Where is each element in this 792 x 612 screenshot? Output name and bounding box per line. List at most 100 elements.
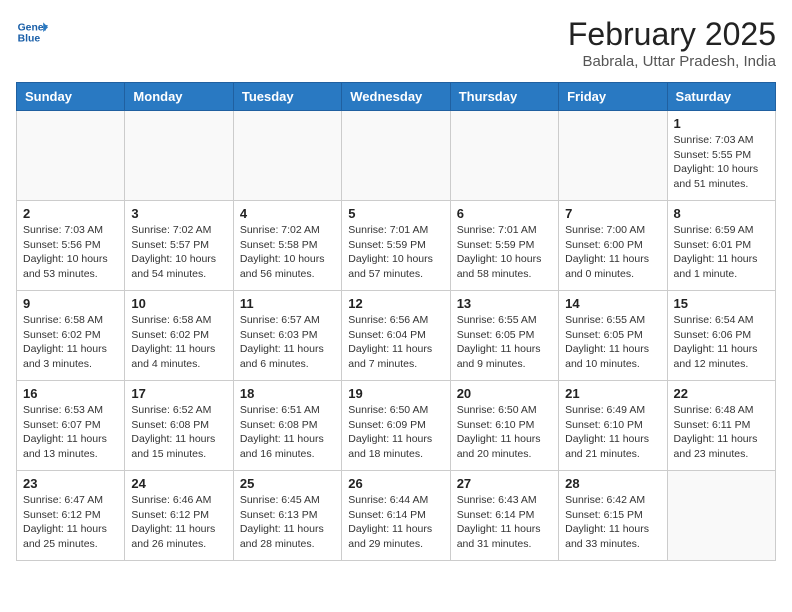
calendar-cell: 15 Sunrise: 6:54 AMSunset: 6:06 PMDayligh…	[667, 291, 775, 381]
calendar-week-1: 1Sunrise: 7:03 AMSunset: 5:55 PMDaylight…	[17, 111, 776, 201]
day-number: 11	[240, 296, 335, 311]
calendar-cell	[125, 111, 233, 201]
calendar-cell: 23 Sunrise: 6:47 AMSunset: 6:12 PMDayligh…	[17, 471, 125, 561]
calendar-cell: 19 Sunrise: 6:50 AMSunset: 6:09 PMDayligh…	[342, 381, 450, 471]
day-number: 2	[23, 206, 118, 221]
day-number: 10	[131, 296, 226, 311]
calendar-week-2: 2 Sunrise: 7:03 AMSunset: 5:56 PMDaylight…	[17, 201, 776, 291]
calendar-cell: 1Sunrise: 7:03 AMSunset: 5:55 PMDaylight…	[667, 111, 775, 201]
calendar-cell: 7Sunrise: 7:00 AMSunset: 6:00 PMDaylight…	[559, 201, 667, 291]
day-info: Sunrise: 7:01 AMSunset: 5:59 PMDaylight:…	[457, 223, 552, 282]
day-number: 27	[457, 476, 552, 491]
calendar-cell: 2 Sunrise: 7:03 AMSunset: 5:56 PMDaylight…	[17, 201, 125, 291]
logo-icon: General Blue	[16, 16, 48, 48]
day-info: Sunrise: 6:55 AMSunset: 6:05 PMDaylight:…	[565, 313, 660, 372]
day-info: Sunrise: 6:51 AMSunset: 6:08 PMDaylight:…	[240, 403, 335, 462]
day-number: 18	[240, 386, 335, 401]
calendar-cell: 12 Sunrise: 6:56 AMSunset: 6:04 PMDayligh…	[342, 291, 450, 381]
day-number: 6	[457, 206, 552, 221]
day-number: 16	[23, 386, 118, 401]
calendar-cell: 6 Sunrise: 7:01 AMSunset: 5:59 PMDaylight…	[450, 201, 558, 291]
day-info: Sunrise: 6:54 AMSunset: 6:06 PMDaylight:…	[674, 313, 769, 372]
logo: General Blue	[16, 16, 48, 48]
weekday-header-friday: Friday	[559, 83, 667, 111]
calendar-cell: 5Sunrise: 7:01 AMSunset: 5:59 PMDaylight…	[342, 201, 450, 291]
day-info: Sunrise: 6:58 AMSunset: 6:02 PMDaylight:…	[131, 313, 226, 372]
day-number: 24	[131, 476, 226, 491]
calendar-cell	[342, 111, 450, 201]
page-header: General Blue February 2025 Babrala, Utta…	[16, 16, 776, 70]
calendar-cell	[559, 111, 667, 201]
day-info: Sunrise: 6:45 AMSunset: 6:13 PMDaylight:…	[240, 493, 335, 552]
svg-text:Blue: Blue	[18, 34, 41, 45]
calendar-cell: 11Sunrise: 6:57 AMSunset: 6:03 PMDayligh…	[233, 291, 341, 381]
day-number: 3	[131, 206, 226, 221]
weekday-header-thursday: Thursday	[450, 83, 558, 111]
weekday-header-tuesday: Tuesday	[233, 83, 341, 111]
calendar-week-3: 9 Sunrise: 6:58 AMSunset: 6:02 PMDaylight…	[17, 291, 776, 381]
calendar-cell: 10 Sunrise: 6:58 AMSunset: 6:02 PMDayligh…	[125, 291, 233, 381]
day-info: Sunrise: 6:46 AMSunset: 6:12 PMDaylight:…	[131, 493, 226, 552]
calendar-cell: 25 Sunrise: 6:45 AMSunset: 6:13 PMDayligh…	[233, 471, 341, 561]
calendar-week-4: 16 Sunrise: 6:53 AMSunset: 6:07 PMDayligh…	[17, 381, 776, 471]
calendar-cell: 24 Sunrise: 6:46 AMSunset: 6:12 PMDayligh…	[125, 471, 233, 561]
calendar-cell: 3 Sunrise: 7:02 AMSunset: 5:57 PMDaylight…	[125, 201, 233, 291]
calendar-cell: 13 Sunrise: 6:55 AMSunset: 6:05 PMDayligh…	[450, 291, 558, 381]
title-block: February 2025 Babrala, Uttar Pradesh, In…	[568, 16, 776, 70]
day-number: 14	[565, 296, 660, 311]
calendar-cell	[667, 471, 775, 561]
day-info: Sunrise: 7:02 AMSunset: 5:57 PMDaylight:…	[131, 223, 226, 282]
calendar-cell: 18 Sunrise: 6:51 AMSunset: 6:08 PMDayligh…	[233, 381, 341, 471]
day-info: Sunrise: 7:01 AMSunset: 5:59 PMDaylight:…	[348, 223, 443, 282]
day-info: Sunrise: 6:59 AMSunset: 6:01 PMDaylight:…	[674, 223, 769, 282]
day-info: Sunrise: 7:03 AMSunset: 5:55 PMDaylight:…	[674, 133, 769, 192]
calendar-cell: 21 Sunrise: 6:49 AMSunset: 6:10 PMDayligh…	[559, 381, 667, 471]
day-number: 20	[457, 386, 552, 401]
calendar-cell: 9Sunrise: 6:58 AMSunset: 6:02 PMDaylight…	[17, 291, 125, 381]
day-info: Sunrise: 6:53 AMSunset: 6:07 PMDaylight:…	[23, 403, 118, 462]
calendar-cell: 4 Sunrise: 7:02 AMSunset: 5:58 PMDaylight…	[233, 201, 341, 291]
day-number: 17	[131, 386, 226, 401]
day-info: Sunrise: 6:56 AMSunset: 6:04 PMDaylight:…	[348, 313, 443, 372]
day-number: 15	[674, 296, 769, 311]
day-info: Sunrise: 6:43 AMSunset: 6:14 PMDaylight:…	[457, 493, 552, 552]
day-number: 9	[23, 296, 118, 311]
day-info: Sunrise: 6:42 AMSunset: 6:15 PMDaylight:…	[565, 493, 660, 552]
weekday-header-wednesday: Wednesday	[342, 83, 450, 111]
day-number: 22	[674, 386, 769, 401]
day-number: 4	[240, 206, 335, 221]
day-number: 7	[565, 206, 660, 221]
calendar-cell: 28 Sunrise: 6:42 AMSunset: 6:15 PMDayligh…	[559, 471, 667, 561]
day-number: 12	[348, 296, 443, 311]
day-info: Sunrise: 6:50 AMSunset: 6:09 PMDaylight:…	[348, 403, 443, 462]
day-info: Sunrise: 6:55 AMSunset: 6:05 PMDaylight:…	[457, 313, 552, 372]
day-info: Sunrise: 6:47 AMSunset: 6:12 PMDaylight:…	[23, 493, 118, 552]
day-info: Sunrise: 6:49 AMSunset: 6:10 PMDaylight:…	[565, 403, 660, 462]
day-number: 19	[348, 386, 443, 401]
day-number: 23	[23, 476, 118, 491]
day-number: 21	[565, 386, 660, 401]
calendar-cell: 26Sunrise: 6:44 AMSunset: 6:14 PMDayligh…	[342, 471, 450, 561]
calendar-cell: 17 Sunrise: 6:52 AMSunset: 6:08 PMDayligh…	[125, 381, 233, 471]
day-number: 13	[457, 296, 552, 311]
day-info: Sunrise: 7:02 AMSunset: 5:58 PMDaylight:…	[240, 223, 335, 282]
calendar-cell: 16 Sunrise: 6:53 AMSunset: 6:07 PMDayligh…	[17, 381, 125, 471]
calendar-cell: 14 Sunrise: 6:55 AMSunset: 6:05 PMDayligh…	[559, 291, 667, 381]
weekday-header-row: SundayMondayTuesdayWednesdayThursdayFrid…	[17, 83, 776, 111]
day-info: Sunrise: 6:48 AMSunset: 6:11 PMDaylight:…	[674, 403, 769, 462]
day-number: 25	[240, 476, 335, 491]
day-info: Sunrise: 6:52 AMSunset: 6:08 PMDaylight:…	[131, 403, 226, 462]
calendar-table: SundayMondayTuesdayWednesdayThursdayFrid…	[16, 82, 776, 561]
calendar-cell	[450, 111, 558, 201]
day-number: 8	[674, 206, 769, 221]
calendar-cell: 22 Sunrise: 6:48 AMSunset: 6:11 PMDayligh…	[667, 381, 775, 471]
day-info: Sunrise: 6:44 AMSunset: 6:14 PMDaylight:…	[348, 493, 443, 552]
calendar-cell: 8 Sunrise: 6:59 AMSunset: 6:01 PMDaylight…	[667, 201, 775, 291]
weekday-header-sunday: Sunday	[17, 83, 125, 111]
weekday-header-saturday: Saturday	[667, 83, 775, 111]
month-year-title: February 2025	[568, 16, 776, 53]
calendar-week-5: 23 Sunrise: 6:47 AMSunset: 6:12 PMDayligh…	[17, 471, 776, 561]
day-info: Sunrise: 7:03 AMSunset: 5:56 PMDaylight:…	[23, 223, 118, 282]
day-number: 28	[565, 476, 660, 491]
calendar-cell	[17, 111, 125, 201]
